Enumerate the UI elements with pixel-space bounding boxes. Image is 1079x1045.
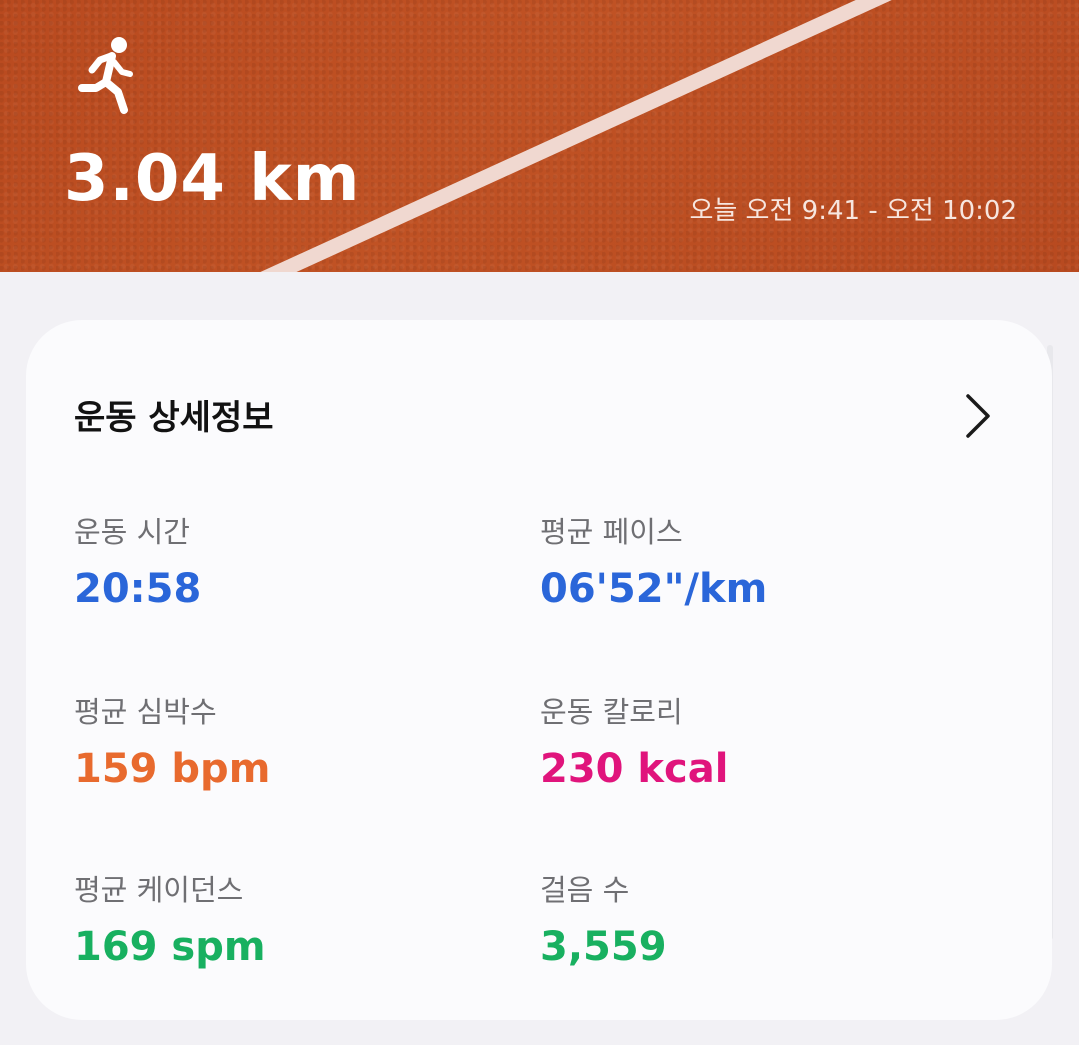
stat-value: 20:58 xyxy=(74,566,202,612)
stat-steps: 걸음 수 3,559 xyxy=(540,870,960,970)
stat-value: 159 bpm xyxy=(74,746,271,792)
card-title: 운동 상세정보 xyxy=(74,398,274,438)
stat-value: 169 spm xyxy=(74,924,266,970)
stat-average-heart-rate: 평균 심박수 159 bpm xyxy=(74,692,494,792)
stat-label: 운동 시간 xyxy=(74,515,190,549)
running-person-icon xyxy=(78,37,133,114)
stat-workout-time: 운동 시간 20:58 xyxy=(74,512,494,612)
chevron-right-icon[interactable] xyxy=(960,390,996,442)
workout-time-range: 오늘 오전 9:41 - 오전 10:02 xyxy=(689,196,1017,226)
stat-label: 평균 페이스 xyxy=(540,515,683,549)
stat-label: 걸음 수 xyxy=(540,873,630,907)
stat-average-cadence: 평균 케이던스 169 spm xyxy=(74,870,494,970)
stat-value: 230 kcal xyxy=(540,746,729,792)
workout-distance: 3.04 km xyxy=(64,142,361,216)
hero-banner: 3.04 km 오늘 오전 9:41 - 오전 10:02 xyxy=(0,0,1079,272)
stat-label: 평균 케이던스 xyxy=(74,873,244,907)
stat-average-pace: 평균 페이스 06'52"/km xyxy=(540,512,960,612)
stat-value: 3,559 xyxy=(540,924,667,970)
stat-value: 06'52"/km xyxy=(540,566,768,612)
track-lane-line xyxy=(260,0,892,272)
workout-details-card: 운동 상세정보 운동 시간 20:58 평균 페이스 06'52"/km 평균 … xyxy=(26,320,1052,1020)
stat-label: 평균 심박수 xyxy=(74,695,217,729)
stat-calories: 운동 칼로리 230 kcal xyxy=(540,692,960,792)
stat-label: 운동 칼로리 xyxy=(540,695,683,729)
